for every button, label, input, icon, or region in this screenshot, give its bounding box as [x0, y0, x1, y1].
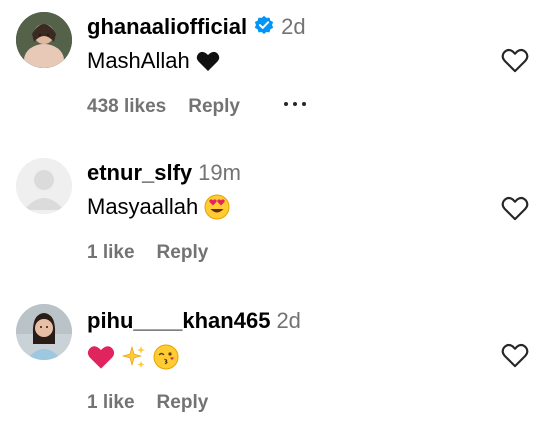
comment-item: ghanaaliofficial 2d MashAllah 438 likes …: [0, 0, 545, 140]
comment-text-content: Masyaallah: [87, 194, 199, 219]
heart-outline-icon[interactable]: [501, 342, 529, 368]
verified-badge-icon: [253, 15, 275, 37]
avatar[interactable]: [16, 158, 72, 214]
comment-username[interactable]: ghanaaliofficial: [87, 14, 247, 40]
black-heart-emoji: [196, 51, 219, 71]
avatar[interactable]: [16, 304, 72, 360]
comment-username[interactable]: etnur_slfy: [87, 160, 192, 186]
avatar[interactable]: [16, 12, 72, 68]
reply-button[interactable]: Reply: [188, 96, 240, 118]
comment-timestamp[interactable]: 2d: [281, 14, 305, 40]
sparkles-emoji: [121, 345, 145, 368]
comment-text: Masyaallah: [87, 194, 485, 220]
comment-text: MashAllah: [87, 48, 485, 74]
likes-count[interactable]: 1 like: [87, 392, 135, 414]
reply-button[interactable]: Reply: [157, 392, 209, 414]
comment-text: [87, 342, 485, 372]
comment-username[interactable]: pihu____khan465: [87, 308, 270, 334]
reply-button[interactable]: Reply: [157, 242, 209, 264]
comment-timestamp[interactable]: 2d: [276, 308, 300, 334]
heart-outline-icon[interactable]: [501, 195, 529, 221]
comment-item: etnur_slfy 19m Masyaallah 1 like Reply: [0, 146, 545, 286]
comment-item: pihu____khan465 2d 1 like Reply: [0, 294, 545, 428]
comment-text-content: MashAllah: [87, 48, 190, 73]
more-options-icon[interactable]: [284, 102, 306, 106]
heart-outline-icon[interactable]: [501, 47, 529, 73]
kissing-wink-face-emoji: [153, 344, 179, 370]
heart-eyes-face-emoji: [204, 194, 230, 220]
comment-timestamp[interactable]: 19m: [198, 160, 241, 186]
likes-count[interactable]: 1 like: [87, 242, 135, 264]
red-heart-emoji: [87, 346, 115, 369]
likes-count[interactable]: 438 likes: [87, 96, 166, 118]
